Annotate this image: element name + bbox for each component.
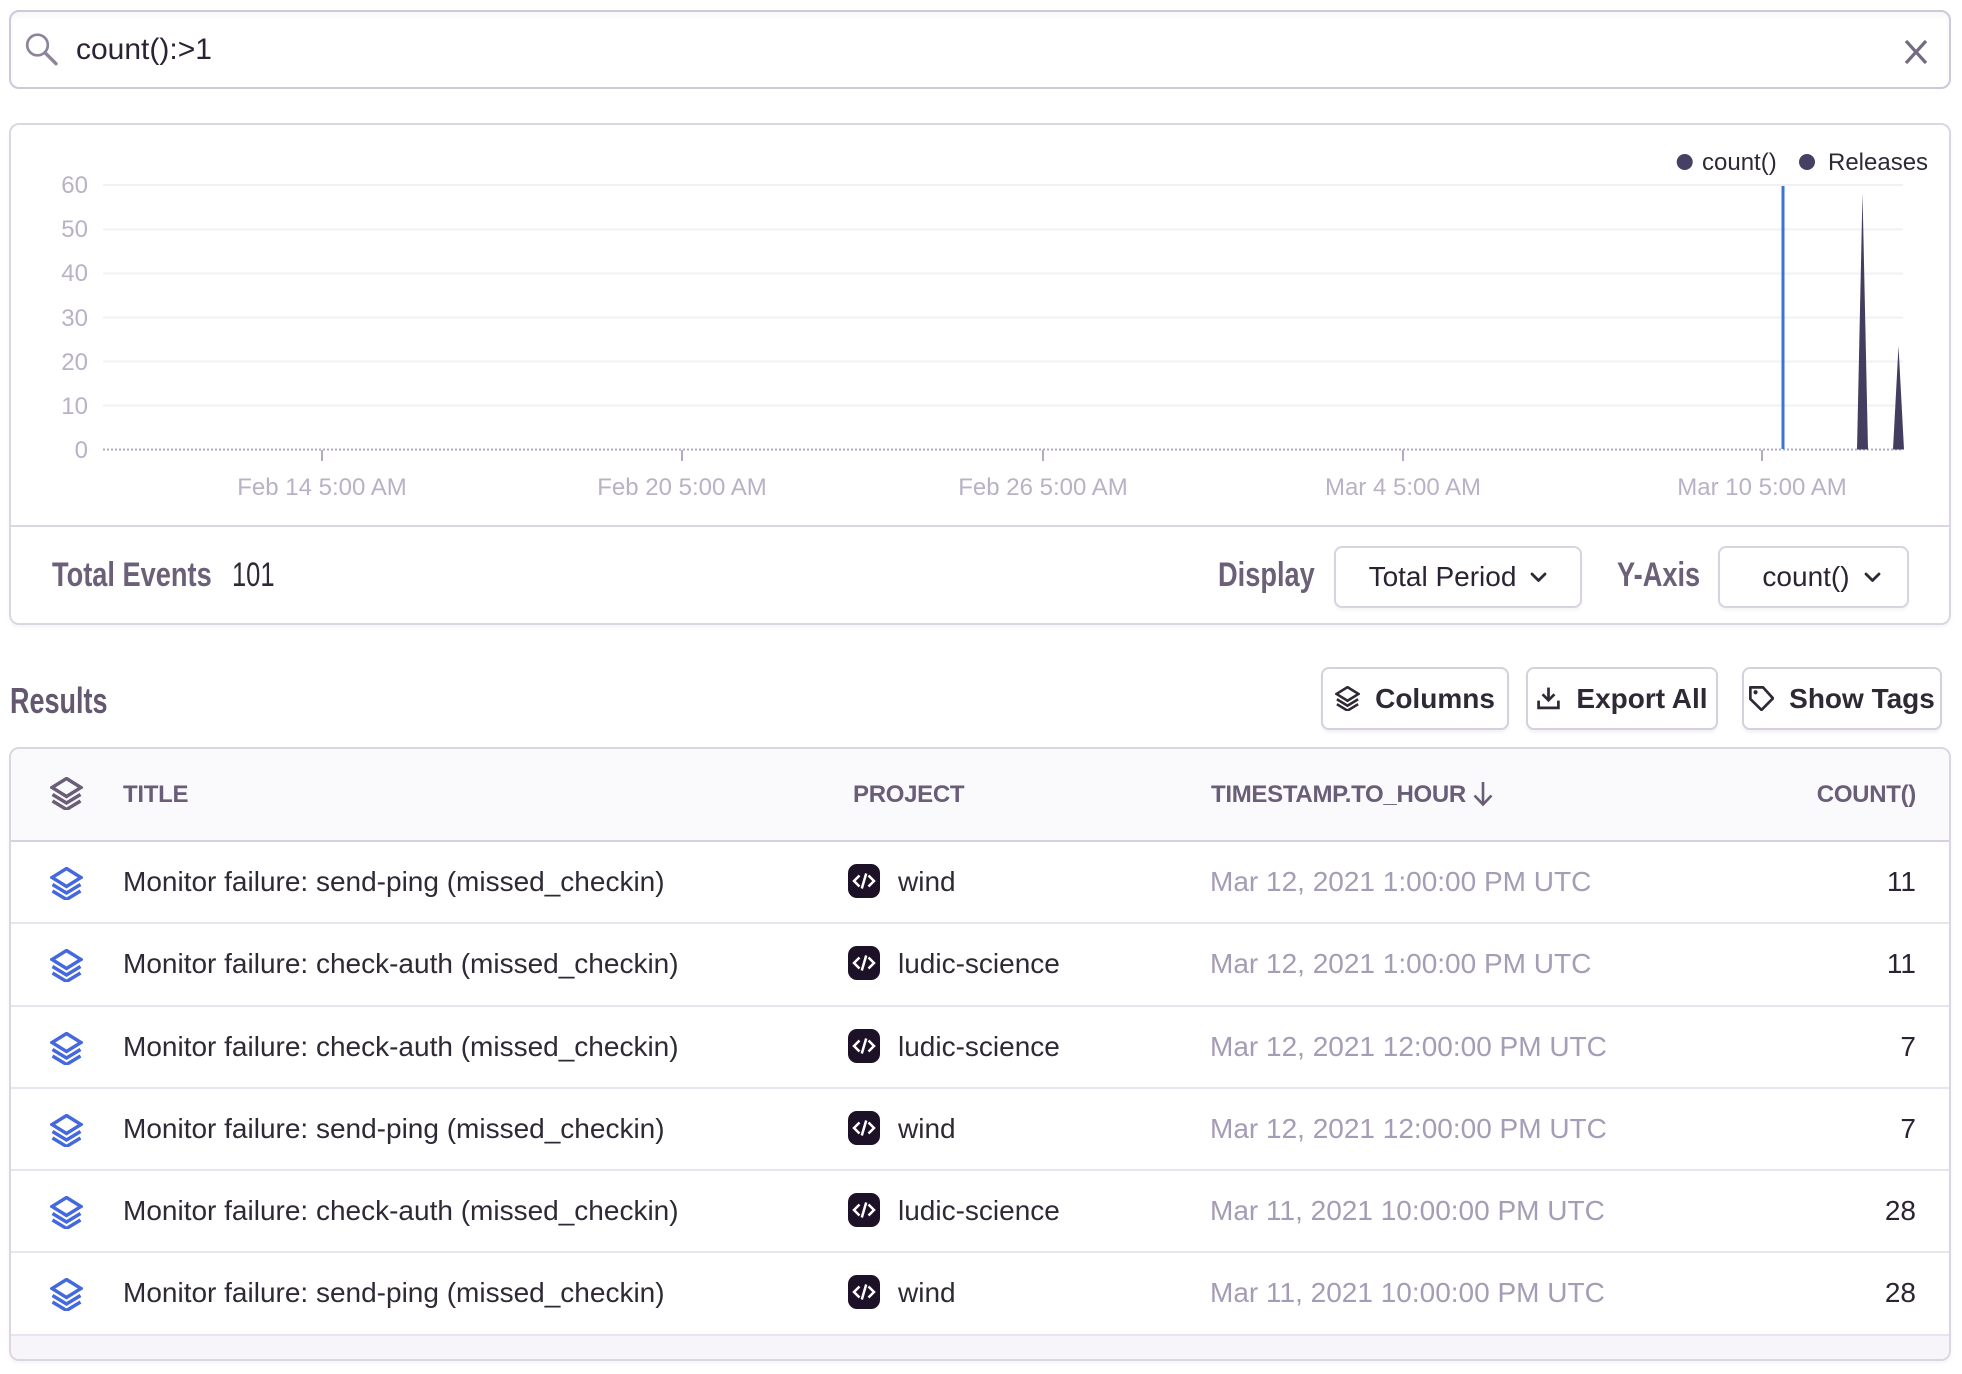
svg-text:60: 60: [61, 172, 88, 199]
svg-text:Feb 20 5:00 AM: Feb 20 5:00 AM: [597, 474, 766, 501]
svg-text:40: 40: [61, 260, 88, 287]
svg-text:30: 30: [61, 305, 88, 332]
svg-text:Mar 10 5:00 AM: Mar 10 5:00 AM: [1677, 474, 1846, 501]
svg-text:count(): count(): [1702, 149, 1777, 176]
svg-text:0: 0: [75, 437, 88, 464]
svg-text:Feb 14 5:00 AM: Feb 14 5:00 AM: [237, 474, 406, 501]
svg-text:50: 50: [61, 216, 88, 243]
svg-text:10: 10: [61, 393, 88, 420]
svg-text:20: 20: [61, 349, 88, 376]
svg-text:Feb 26 5:00 AM: Feb 26 5:00 AM: [958, 474, 1127, 501]
svg-text:Mar 4 5:00 AM: Mar 4 5:00 AM: [1325, 474, 1481, 501]
svg-text:Releases: Releases: [1828, 149, 1928, 176]
